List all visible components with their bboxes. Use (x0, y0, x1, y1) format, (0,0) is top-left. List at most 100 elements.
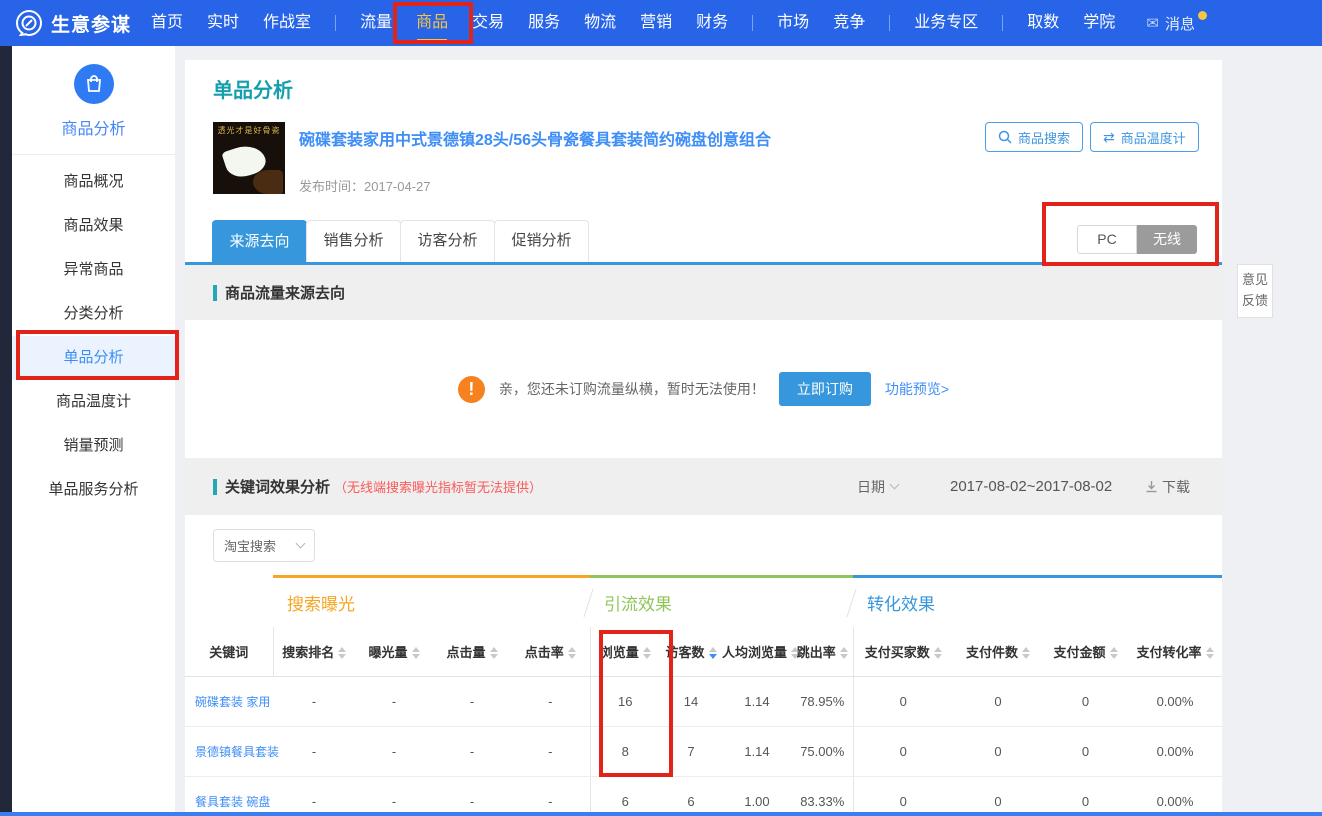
brand[interactable]: 生意参谋 (16, 10, 131, 37)
column-header-搜索排名[interactable]: 搜索排名 (273, 627, 355, 677)
nav-item-服务[interactable]: 服务 (528, 0, 560, 46)
sidebar-item-分类分析[interactable]: 分类分析 (12, 292, 175, 336)
cell-点击率: - (511, 777, 590, 816)
cell-支付件数: 0 (953, 727, 1043, 777)
product-search-button[interactable]: 商品搜索 (985, 122, 1083, 152)
message-label: 消息 (1165, 13, 1195, 34)
notification-dot (1198, 11, 1207, 20)
download-button[interactable]: 下载 (1145, 477, 1190, 497)
column-header-支付买家数[interactable]: 支付买家数 (853, 627, 953, 677)
download-label: 下载 (1162, 477, 1190, 497)
product-thumbnail[interactable]: 透光才是好骨瓷 (213, 122, 285, 194)
column-header-人均浏览量[interactable]: 人均浏览量 (722, 627, 792, 677)
column-header-支付转化率[interactable]: 支付转化率 (1128, 627, 1222, 677)
channel-select[interactable]: 淘宝搜索 (213, 529, 315, 562)
sort-up-arrow (568, 647, 576, 652)
cell-支付金额: 0 (1043, 777, 1128, 816)
cell-搜索排名: - (273, 677, 355, 727)
date-dropdown[interactable]: 日期 (857, 477, 898, 497)
toggle-option-PC[interactable]: PC (1077, 225, 1137, 254)
nav-item-流量[interactable]: 流量 (360, 0, 392, 46)
sort-icon[interactable] (568, 647, 576, 659)
date-range: 2017-08-02~2017-08-02 (950, 478, 1112, 495)
sort-icon[interactable] (338, 647, 346, 659)
sidebar-header[interactable]: 商品分析 (12, 46, 175, 155)
cell-跳出率: 75.00% (792, 727, 853, 777)
table-header-row: 关键词搜索排名曝光量点击量点击率浏览量访客数人均浏览量跳出率支付买家数支付件数支… (185, 627, 1222, 677)
warning-icon: ! (458, 376, 485, 403)
tab-促销分析[interactable]: 促销分析 (494, 220, 589, 262)
column-header-关键词[interactable]: 关键词 (185, 627, 273, 677)
sort-icon[interactable] (1206, 647, 1214, 659)
tab-访客分析[interactable]: 访客分析 (400, 220, 495, 262)
sort-down-arrow (1206, 654, 1214, 659)
column-header-点击率[interactable]: 点击率 (511, 627, 590, 677)
nav-item-竞争[interactable]: 竞争 (833, 0, 865, 46)
nav-item-取数[interactable]: 取数 (1027, 0, 1059, 46)
tab-销售分析[interactable]: 销售分析 (306, 220, 401, 262)
order-now-button[interactable]: 立即订购 (779, 372, 871, 406)
page-title: 单品分析 (213, 74, 293, 103)
sort-icon[interactable] (412, 647, 420, 659)
sort-icon[interactable] (1022, 647, 1030, 659)
product-thermometer-button[interactable]: ⇄ 商品温度计 (1090, 122, 1199, 152)
nav-item-市场[interactable]: 市场 (777, 0, 809, 46)
sort-icon[interactable] (840, 647, 848, 659)
sort-icon[interactable] (709, 647, 717, 659)
column-header-曝光量[interactable]: 曝光量 (355, 627, 433, 677)
column-header-跳出率[interactable]: 跳出率 (792, 627, 853, 677)
app-screen: 生意参谋 首页实时作战室 流量商品交易服务物流营销财务 市场竞争 业务专区 取数学院 ✉… (0, 0, 1322, 816)
cell-支付买家数: 0 (853, 727, 953, 777)
nav-item-物流[interactable]: 物流 (584, 0, 616, 46)
column-header-访客数[interactable]: 访客数 (660, 627, 722, 677)
nav-item-财务[interactable]: 财务 (696, 0, 728, 46)
sidebar-item-单品服务分析[interactable]: 单品服务分析 (12, 468, 175, 512)
sort-icon[interactable] (643, 647, 651, 659)
nav-divider (889, 15, 890, 31)
nav-item-交易[interactable]: 交易 (472, 0, 504, 46)
column-header-支付金额[interactable]: 支付金额 (1043, 627, 1128, 677)
bottom-edge (0, 812, 1322, 816)
sort-down-arrow (1110, 654, 1118, 659)
sidebar-item-商品温度计[interactable]: 商品温度计 (12, 380, 175, 424)
column-header-浏览量[interactable]: 浏览量 (590, 627, 660, 677)
nav-item-营销[interactable]: 营销 (640, 0, 672, 46)
sidebar-item-商品效果[interactable]: 商品效果 (12, 204, 175, 248)
product-title-link[interactable]: 碗碟套装家用中式景德镇28头/56头骨瓷餐具套装简约碗盘创意组合 (299, 126, 959, 150)
cell-曝光量: - (355, 727, 433, 777)
nav-item-业务专区[interactable]: 业务专区 (914, 0, 978, 46)
cell-跳出率: 78.95% (792, 677, 853, 727)
sidebar-item-单品分析[interactable]: 单品分析 (12, 336, 175, 380)
column-header-支付件数[interactable]: 支付件数 (953, 627, 1043, 677)
keyword-link[interactable]: 碗碟套装 家用 (185, 677, 273, 727)
keyword-link[interactable]: 餐具套装 碗盘 (185, 777, 273, 816)
column-header-点击量[interactable]: 点击量 (433, 627, 511, 677)
sidebar-item-异常商品[interactable]: 异常商品 (12, 248, 175, 292)
cell-搜索排名: - (273, 727, 355, 777)
sort-down-arrow (412, 654, 420, 659)
tab-来源去向[interactable]: 来源去向 (212, 220, 307, 262)
cell-人均浏览量: 1.14 (722, 677, 792, 727)
cell-人均浏览量: 1.14 (722, 727, 792, 777)
nav-item-商品[interactable]: 商品 (416, 0, 448, 46)
feature-preview-link[interactable]: 功能预览> (885, 379, 949, 399)
nav-item-作战室[interactable]: 作战室 (263, 0, 311, 46)
feedback-button[interactable]: 意见反馈 (1237, 264, 1273, 318)
analysis-tabs: 来源去向销售分析访客分析促销分析 (213, 220, 589, 262)
sidebar-item-销量预测[interactable]: 销量预测 (12, 424, 175, 468)
sort-icon[interactable] (1110, 647, 1118, 659)
message-entry[interactable]: ✉ 消息 (1146, 13, 1210, 34)
cell-曝光量: - (355, 777, 433, 816)
toggle-option-无线[interactable]: 无线 (1137, 225, 1197, 254)
nav-item-学院[interactable]: 学院 (1083, 0, 1115, 46)
table-group-row: 搜索曝光引流效果转化效果 (185, 577, 1222, 627)
sort-icon[interactable] (934, 647, 942, 659)
chevron-down-icon (296, 539, 306, 549)
nav-item-首页[interactable]: 首页 (151, 0, 183, 46)
sidebar-item-商品概况[interactable]: 商品概况 (12, 160, 175, 204)
nav-item-实时[interactable]: 实时 (207, 0, 239, 46)
sort-icon[interactable] (490, 647, 498, 659)
cell-访客数: 7 (660, 727, 722, 777)
goods-analysis-icon (74, 64, 114, 104)
keyword-link[interactable]: 景德镇餐具套装 (185, 727, 273, 777)
